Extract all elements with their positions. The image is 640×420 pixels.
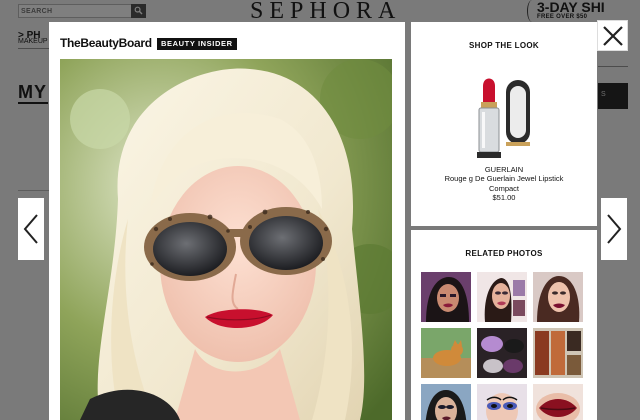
photo-panel: TheBeautyBoard BEAUTY INSIDER [49, 22, 405, 420]
related-photos-title: RELATED PHOTOS [465, 249, 543, 258]
related-photo[interactable] [533, 328, 583, 378]
chevron-right-icon [607, 214, 622, 244]
related-photo[interactable] [421, 272, 471, 322]
related-photo[interactable] [421, 384, 471, 420]
related-photo[interactable] [477, 384, 527, 420]
chevron-left-icon [23, 214, 38, 244]
shop-the-look-title: SHOP THE LOOK [469, 41, 539, 50]
product-brand[interactable]: GUERLAIN [411, 165, 597, 174]
main-photo [60, 59, 392, 420]
product-image[interactable] [473, 72, 535, 164]
related-photos-panel: RELATED PHOTOS [411, 230, 597, 420]
product-name[interactable]: Rouge g De Guerlain Jewel Lipstick Compa… [436, 174, 572, 194]
beauty-insider-badge: BEAUTY INSIDER [157, 38, 237, 50]
related-photo[interactable] [421, 328, 471, 378]
related-photo[interactable] [533, 272, 583, 322]
next-photo-button[interactable] [601, 198, 627, 260]
close-button[interactable] [597, 20, 628, 51]
related-photo[interactable] [533, 384, 583, 420]
previous-photo-button[interactable] [18, 198, 44, 260]
related-photo[interactable] [477, 272, 527, 322]
beautyboard-brand[interactable]: TheBeautyBoard [60, 36, 152, 50]
shop-the-look-panel: SHOP THE LOOK GUERLAIN Rouge g De Guerla… [411, 22, 597, 226]
product-price: $51.00 [492, 193, 516, 202]
close-icon [603, 26, 623, 46]
related-photo[interactable] [477, 328, 527, 378]
